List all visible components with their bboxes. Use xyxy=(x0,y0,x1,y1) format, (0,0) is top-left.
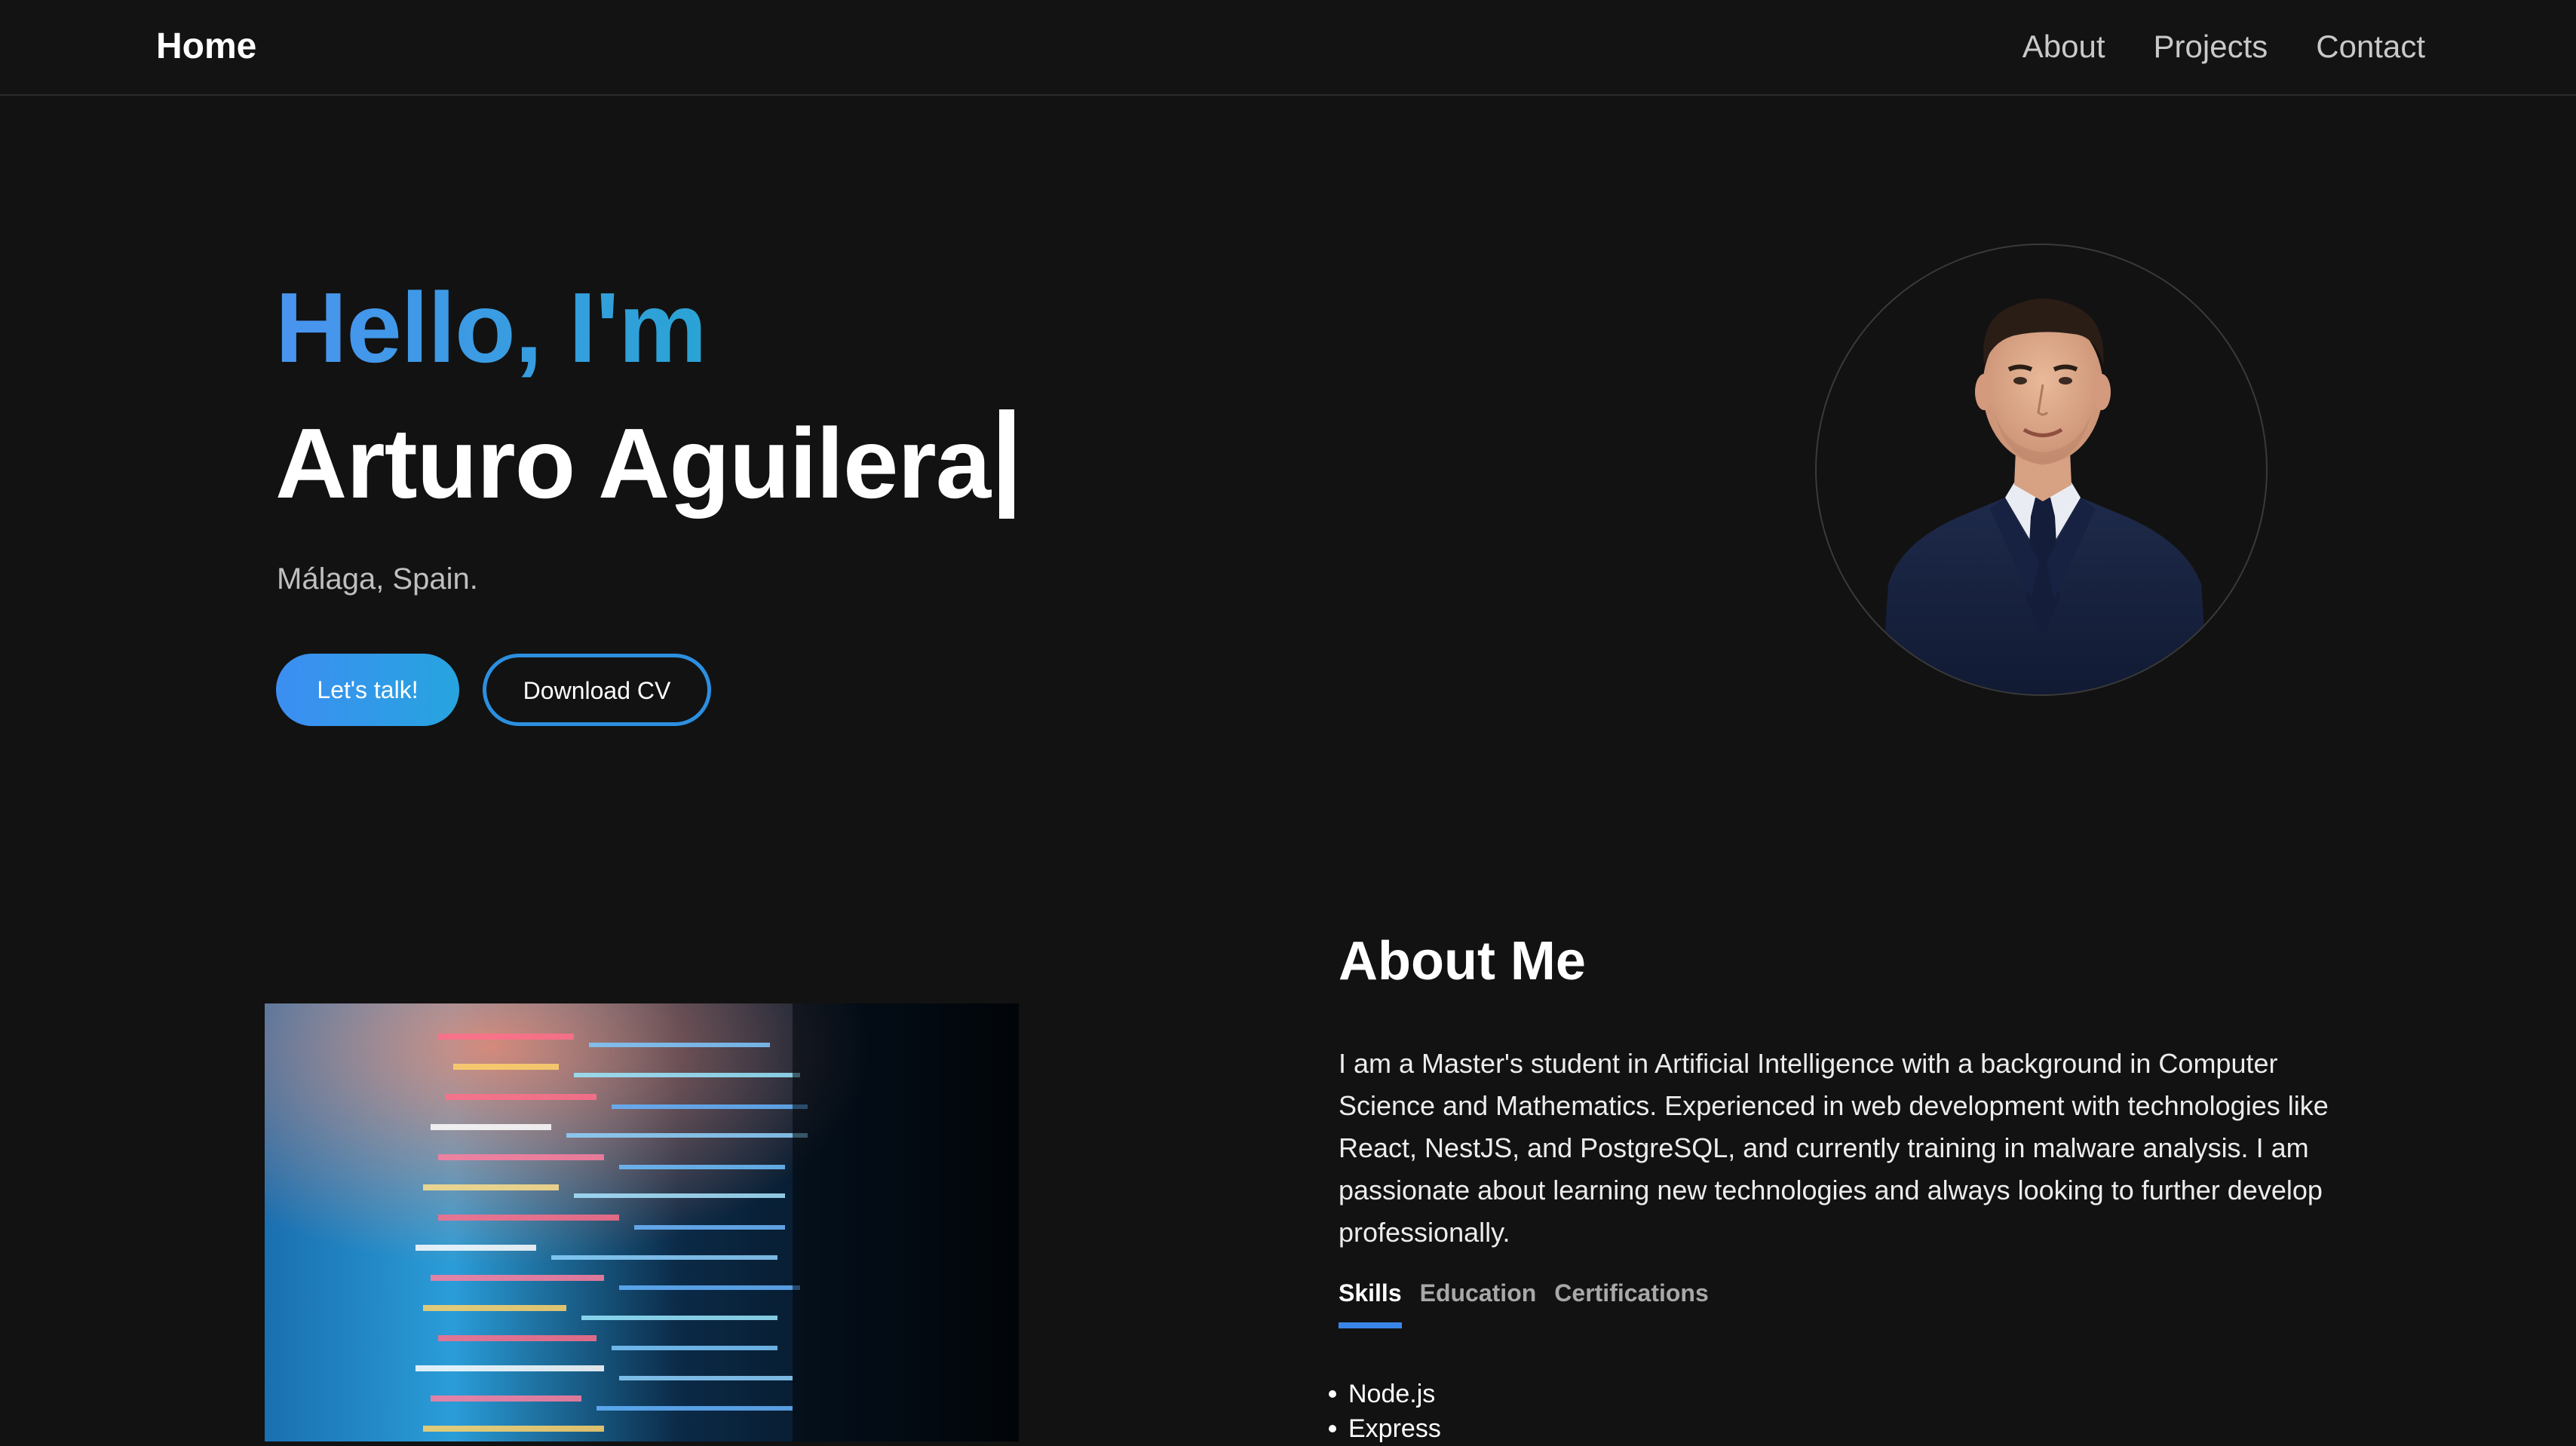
profile-avatar xyxy=(1815,244,2268,696)
list-item: Express xyxy=(1329,1411,1441,1446)
hero-location: Málaga, Spain. xyxy=(277,562,478,596)
about-code-image xyxy=(265,1003,1019,1441)
bullet-icon xyxy=(1329,1425,1336,1432)
nav-contact-link[interactable]: Contact xyxy=(2316,26,2425,68)
avatar-photo-icon xyxy=(1881,299,2209,694)
about-tabs: Skills Education Certifications xyxy=(1339,1274,1709,1328)
nav-home-link[interactable]: Home xyxy=(156,26,256,68)
about-description: I am a Master's student in Artificial In… xyxy=(1339,1048,2329,1248)
skills-list: Node.js Express xyxy=(1329,1377,1441,1446)
hero-greeting: Hello, I'm xyxy=(275,272,707,383)
nav-about-link[interactable]: About xyxy=(2022,26,2105,68)
typing-cursor xyxy=(999,409,1015,519)
about-title: About Me xyxy=(1339,931,1586,991)
nav-projects-link[interactable]: Projects xyxy=(2154,26,2268,68)
lets-talk-button[interactable]: Let's talk! xyxy=(276,654,459,726)
skill-label: Node.js xyxy=(1348,1380,1436,1408)
download-cv-button[interactable]: Download CV xyxy=(483,654,711,726)
bullet-icon xyxy=(1329,1390,1336,1398)
top-navbar: Home About Projects Contact xyxy=(0,0,2576,96)
nav-links: About Projects Contact xyxy=(2022,26,2425,68)
list-item: Node.js xyxy=(1329,1377,1441,1411)
hero-name-wrap: Arturo Aguilera xyxy=(275,407,1015,520)
tab-education[interactable]: Education xyxy=(1420,1274,1537,1312)
tab-skills[interactable]: Skills xyxy=(1339,1274,1402,1328)
hero-name: Arturo Aguilera xyxy=(275,408,991,519)
tab-certifications[interactable]: Certifications xyxy=(1554,1274,1708,1312)
code-screen-image xyxy=(265,1003,1019,1441)
skill-label: Express xyxy=(1348,1414,1441,1443)
